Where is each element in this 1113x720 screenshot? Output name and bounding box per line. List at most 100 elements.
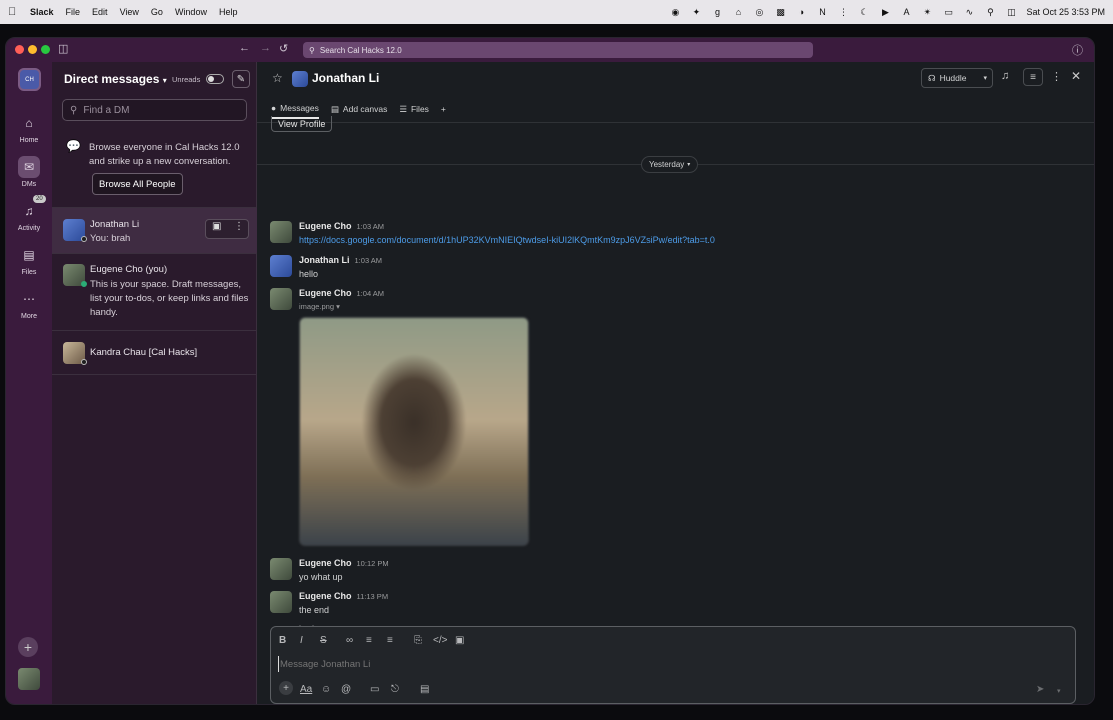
compose-icon[interactable]: ✎ xyxy=(232,70,250,88)
message-author[interactable]: Eugene Cho 1:03 AM xyxy=(299,221,384,231)
ai-summary-icon[interactable]: ≡ xyxy=(1023,68,1043,86)
minimize-window-button[interactable] xyxy=(28,45,37,54)
message-input[interactable] xyxy=(278,656,978,672)
italic-icon[interactable]: I xyxy=(300,635,303,646)
message-author[interactable]: Eugene Cho 1:04 AM xyxy=(299,288,384,298)
tray-app-icon[interactable]: ▩ xyxy=(774,7,786,18)
moon-icon[interactable]: ☾ xyxy=(858,7,870,18)
mention-icon[interactable]: @ xyxy=(341,684,351,695)
more-vertical-icon[interactable]: ⋮ xyxy=(234,221,244,232)
blockquote-icon[interactable]: ⎘ xyxy=(414,635,422,646)
wifi-icon[interactable]: ∿ xyxy=(963,7,975,18)
unreads-toggle[interactable] xyxy=(206,74,224,84)
emoji-icon[interactable]: ☺ xyxy=(321,684,331,695)
sidebar-title[interactable]: Direct messages ▾ xyxy=(64,72,167,86)
dm-item-jonathan[interactable]: Jonathan Li You: brah ▣ ⋮ xyxy=(52,208,257,254)
tray-app-icon[interactable]: g xyxy=(711,7,723,18)
video-icon[interactable]: ▭ xyxy=(370,684,379,695)
image-attachment[interactable] xyxy=(299,317,529,546)
rail-more[interactable]: ⋯ More xyxy=(6,288,52,320)
link-icon[interactable]: ∞ xyxy=(346,635,353,646)
code-block-icon[interactable]: ▣ xyxy=(455,635,464,646)
dm-item-eugene[interactable]: Eugene Cho (you) This is your space. Dra… xyxy=(52,254,257,331)
battery-icon[interactable]: ▭ xyxy=(942,7,954,18)
tray-app-icon[interactable]: ⌂ xyxy=(732,7,744,18)
tab-files[interactable]: ☰ Files xyxy=(399,99,429,119)
close-icon[interactable]: ✕ xyxy=(1071,69,1081,83)
control-center-icon[interactable]: ◫ xyxy=(1005,7,1017,18)
rail-activity-label: Activity xyxy=(17,225,41,232)
menu-edit[interactable]: Edit xyxy=(92,7,108,17)
star-icon[interactable]: ☆ xyxy=(272,71,283,85)
close-window-button[interactable] xyxy=(15,45,24,54)
microphone-icon[interactable]: ⎋ xyxy=(391,684,399,695)
formatting-icon[interactable]: Aa xyxy=(300,684,312,695)
channel-name[interactable]: Jonathan Li xyxy=(312,71,379,85)
rail-home[interactable]: ⌂ Home xyxy=(6,112,52,144)
zoom-window-button[interactable] xyxy=(41,45,50,54)
slash-command-icon[interactable]: ▤ xyxy=(420,684,429,695)
tray-notion-icon[interactable]: N xyxy=(816,7,828,18)
strikethrough-icon[interactable]: S xyxy=(320,635,327,646)
tray-app-icon[interactable]: ◑ xyxy=(795,7,807,18)
huddle-button[interactable]: ☊ Huddle ▾ xyxy=(921,68,993,88)
sidebar-toggle-icon[interactable]: ◫ xyxy=(58,42,68,55)
rail-dms[interactable]: ✉ DMs xyxy=(6,156,52,188)
text-input-icon[interactable]: A xyxy=(900,7,912,18)
code-icon[interactable]: </> xyxy=(433,635,447,646)
back-arrow-icon[interactable]: ← xyxy=(239,42,250,54)
message-time: 1:03 AM xyxy=(356,222,385,231)
find-dm-input[interactable]: ⚲ Find a DM xyxy=(62,99,247,121)
help-icon[interactable]: ⓘ xyxy=(1072,42,1083,58)
plus-icon[interactable]: + xyxy=(279,681,293,695)
search-input[interactable]: ⚲ Search Cal Hacks 12.0 xyxy=(303,42,813,58)
apple-icon[interactable]:  xyxy=(8,6,22,18)
forward-arrow-icon[interactable]: → xyxy=(260,42,271,54)
tray-app-icon[interactable]: ◎ xyxy=(753,7,765,18)
send-icon[interactable]: ➤ xyxy=(1036,684,1044,695)
bookmark-icon[interactable]: ▣ xyxy=(212,221,221,232)
history-icon[interactable]: ↺ xyxy=(279,42,288,55)
menu-app-name[interactable]: Slack xyxy=(30,7,54,17)
message-author[interactable]: Eugene Cho 10:12 PM xyxy=(299,558,389,568)
bell-icon[interactable]: ♫ xyxy=(1001,70,1009,82)
day-divider-pill[interactable]: Yesterday ▾ xyxy=(641,156,699,173)
ordered-list-icon[interactable]: ≡ xyxy=(366,635,372,646)
spotlight-icon[interactable]: ⚲ xyxy=(984,7,996,18)
play-icon[interactable]: ▶ xyxy=(879,7,891,18)
message-author[interactable]: Jonathan Li 1:03 AM xyxy=(299,255,382,265)
dm-item-kandra[interactable]: Kandra Chau [Cal Hacks] xyxy=(52,331,257,375)
menu-view[interactable]: View xyxy=(120,7,139,17)
chevron-down-icon[interactable]: ▾ xyxy=(1057,687,1061,695)
menu-go[interactable]: Go xyxy=(151,7,163,17)
channel-header: ☆ Jonathan Li ☊ Huddle ▾ ♫ ≡ ⋮ ✕ xyxy=(257,62,1094,97)
more-vertical-icon[interactable]: ⋮ xyxy=(1051,70,1062,83)
menu-window[interactable]: Window xyxy=(175,7,207,17)
bluetooth-icon[interactable]: ✴ xyxy=(921,7,933,18)
tab-add-canvas[interactable]: ▤ Add canvas xyxy=(331,99,387,119)
dm-name: Eugene Cho xyxy=(90,264,143,275)
tray-app-icon[interactable]: ◉ xyxy=(669,7,681,18)
message-link[interactable]: https://docs.google.com/document/d/1hUP3… xyxy=(299,235,715,245)
attachment-filename[interactable]: image.png ▾ xyxy=(299,302,340,311)
add-tab-button[interactable]: + xyxy=(441,99,446,119)
browse-all-people-button[interactable]: Browse All People xyxy=(92,173,183,195)
tray-grid-icon[interactable]: ⋮ xyxy=(837,7,849,18)
workspace-logo[interactable]: CH xyxy=(18,68,41,91)
slack-window: ◫ ← → ↺ ⚲ Search Cal Hacks 12.0 ⓘ CH ⌂ H… xyxy=(5,37,1095,705)
menu-help[interactable]: Help xyxy=(219,7,238,17)
tray-app-icon[interactable]: ✦ xyxy=(690,7,702,18)
menu-file[interactable]: File xyxy=(66,7,81,17)
bold-icon[interactable]: B xyxy=(279,635,286,646)
speech-bubble-icon: 💬 xyxy=(66,139,81,153)
message-author[interactable]: Eugene Cho 11:13 PM xyxy=(299,591,388,601)
add-workspace-button[interactable]: + xyxy=(18,637,38,657)
bulleted-list-icon[interactable]: ≡ xyxy=(387,635,393,646)
view-profile-button[interactable]: View Profile xyxy=(271,116,333,132)
status-dot xyxy=(81,236,87,242)
menu-clock[interactable]: Sat Oct 25 3:53 PM xyxy=(1026,7,1105,17)
message-time: 11:13 PM xyxy=(356,592,389,601)
rail-activity[interactable]: ♫ Activity xyxy=(6,200,52,232)
rail-files[interactable]: ▤ Files xyxy=(6,244,52,276)
user-avatar[interactable] xyxy=(18,668,40,690)
